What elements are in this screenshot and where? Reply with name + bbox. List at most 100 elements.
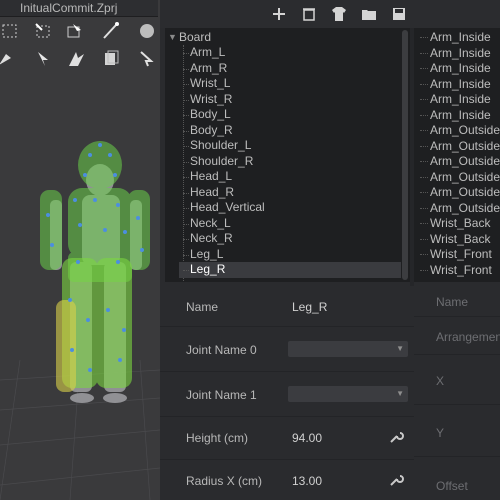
list-item-label: Leg_L [190,246,224,261]
transform-box-icon[interactable] [32,20,54,42]
arrangement-label: Arrangement [436,330,500,344]
list-scrollbar[interactable] [401,30,409,280]
list-scrollbar-thumb[interactable] [402,30,408,280]
list-item[interactable]: Wrist_R [179,92,401,108]
list-item[interactable]: Arm_R [179,61,401,77]
tree-connector [183,84,189,85]
chevron-down-icon: ▼ [396,389,404,398]
list-toolbar [160,0,500,28]
list-item[interactable]: Neck_L [179,216,401,232]
file-tab-title: InitualCommit.Zprj [20,1,118,15]
avatar-model[interactable] [0,60,160,500]
joint-name-1-select[interactable]: ▼ [288,386,408,402]
tree-connector [183,270,189,271]
secondary-list-item[interactable]: Arm_Inside [420,92,491,108]
tree-connector [183,161,189,163]
list-item[interactable]: Head_Vertical [179,200,401,216]
tree-connector [420,254,428,256]
secondary-list-item[interactable]: Arm_Inside [420,30,491,46]
chevron-down-icon: ▼ [396,344,404,353]
list-item-label: Arm_L [190,45,226,59]
secondary-list-item[interactable]: Arm_Outside [420,185,500,201]
secondary-list-item[interactable]: Arm_Outside [420,201,500,217]
tree-connector [183,146,189,147]
secondary-list-item[interactable]: Wrist_Front [420,263,492,279]
tree-connector [420,176,428,178]
secondary-list-item[interactable]: Arm_Outside [420,154,500,170]
board-list[interactable]: ▼ Board Arm_L Arm_R Wrist_L Wrist_R Body_L Bo… [165,28,410,282]
shirt-icon [332,7,346,21]
list-item[interactable]: Arm_L [179,45,401,61]
secondary-list-item[interactable]: Arm_Outside [420,139,500,155]
trash-icon [303,8,315,21]
sphere-tool-icon[interactable] [136,20,158,42]
divider [414,456,500,457]
tree-connector [420,145,428,147]
folder-icon [362,10,376,20]
secondary-list-item-label: Arm_Inside [430,61,491,75]
secondary-list-item-label: Arm_Inside [430,76,491,91]
joint-name-0-label: Joint Name 0 [186,343,257,357]
list-item-label: Head_L [190,169,233,183]
list-item[interactable]: Wrist_L [179,76,401,92]
prop-row-joint1: Joint Name 1 ▼ [160,372,414,417]
prop-row-height: Height (cm) 94.00 [160,417,414,460]
secondary-list-item[interactable]: Arm_Inside [420,46,491,62]
tree-connector [183,177,189,178]
secondary-list-item-label: Arm_Outside [430,200,500,215]
list-item[interactable]: Leg_R [179,262,401,278]
secondary-list-item-label: Wrist_Back [430,216,491,230]
secondary-list-item[interactable]: Arm_Outside [420,170,500,186]
collapse-icon[interactable]: ▼ [168,30,177,45]
y-label: Y [436,426,445,440]
viewport-tool-row-1 [0,17,160,45]
secondary-list-item[interactable]: Arm_Inside [420,77,491,93]
list-item[interactable]: Body_L [179,107,401,123]
secondary-list-item[interactable]: Wrist_Back [420,232,490,248]
secondary-list-item-label: Arm_Inside [430,45,491,60]
add-button[interactable] [268,3,290,25]
name-value[interactable]: Leg_R [292,300,327,314]
list-item-label: Neck_R [190,231,233,245]
open-button[interactable] [358,3,380,25]
garment-button[interactable] [328,3,350,25]
secondary-list-item-label: Wrist_Front [430,262,492,277]
list-item[interactable]: Head_R [179,185,401,201]
wrench-icon[interactable] [388,472,404,488]
secondary-list-item[interactable]: Wrist_Back [420,216,490,232]
add-icon [273,8,285,20]
3d-viewport[interactable]: InitualCommit.Zprj [0,0,160,500]
joint-name-0-select[interactable]: ▼ [288,341,408,357]
secondary-list-item[interactable]: Arm_Outside [420,123,500,139]
tree-connector [183,208,189,209]
select-box-icon[interactable] [0,20,22,42]
move-point-icon[interactable] [64,20,86,42]
secondary-list-item[interactable]: Wrist_Front [420,247,492,263]
delete-button[interactable] [298,3,320,25]
prop-row-name: Name Leg_R [160,286,414,327]
tree-connector [420,161,428,163]
file-tab[interactable]: InitualCommit.Zprj [0,0,158,17]
secondary-list-item[interactable]: Arm_Inside [420,61,491,77]
radius-x-value[interactable]: 13.00 [292,474,322,488]
wrench-icon[interactable] [388,429,404,445]
list-item[interactable]: Leg_L [179,247,401,263]
secondary-list-item-label: Arm_Outside [430,185,500,199]
height-value[interactable]: 94.00 [292,431,322,445]
list-item[interactable]: Shoulder_R [179,154,401,170]
list-item[interactable]: Body_R [179,123,401,139]
list-item[interactable]: Shoulder_L [179,138,401,154]
tree-connector [183,115,189,116]
secondary-list-item-label: Arm_Outside [430,123,500,137]
list-item[interactable]: Head_L [179,169,401,185]
prop-row-joint0: Joint Name 0 ▼ [160,327,414,372]
tree-root[interactable]: ▼ Board [168,30,211,45]
joint-name-1-label: Joint Name 1 [186,388,257,402]
secondary-list-item[interactable]: Arm_Inside [420,108,491,124]
list-item[interactable]: Neck_R [179,231,401,247]
tree-connector [183,239,189,240]
secondary-list[interactable]: Arm_Inside Arm_Inside Arm_Inside Arm_Inside… [414,28,500,282]
save-button[interactable] [388,3,410,25]
pen-icon[interactable] [100,20,122,42]
tree-connector [420,37,428,39]
